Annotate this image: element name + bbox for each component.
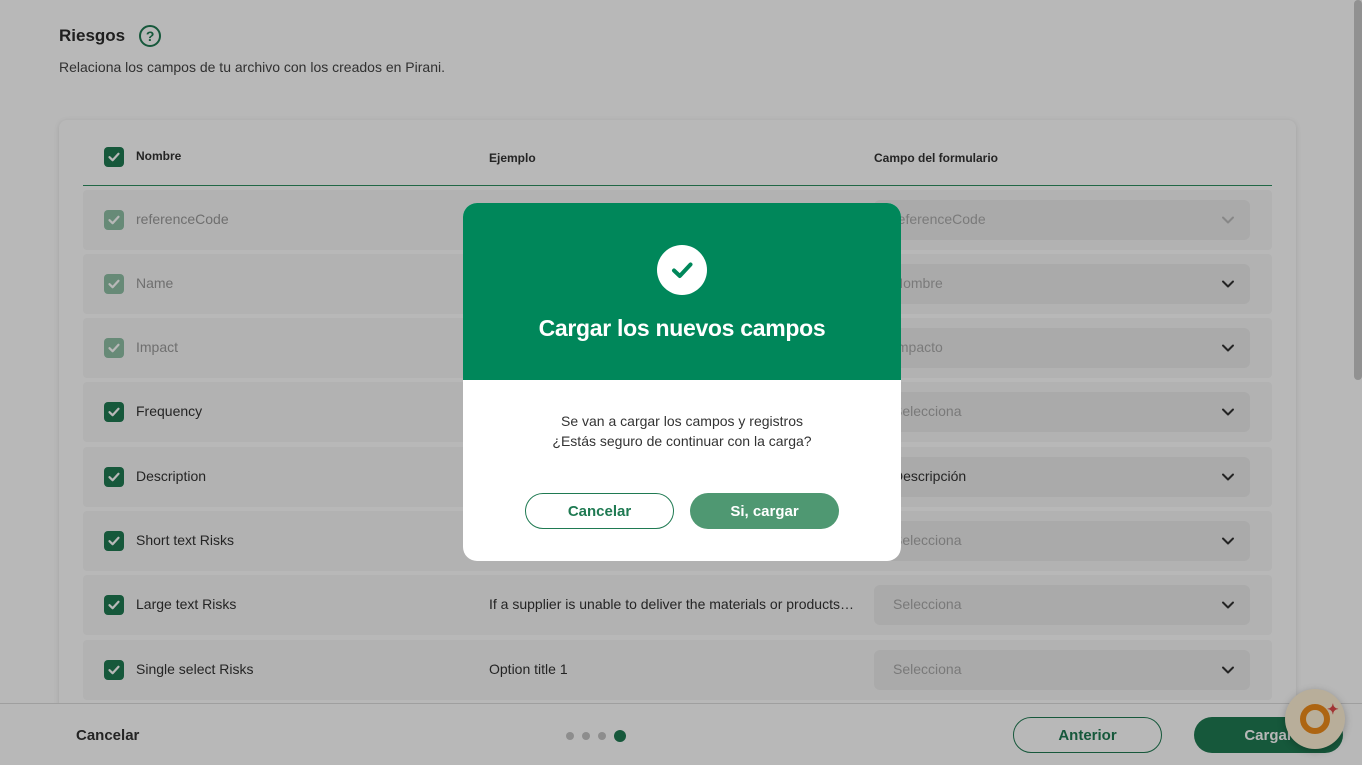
dialog-message-line: ¿Estás seguro de continuar con la carga? [552, 433, 812, 449]
dialog-title: Cargar los nuevos campos [538, 315, 826, 341]
dialog-header: Cargar los nuevos campos [463, 203, 901, 380]
dialog-message-line: Se van a cargar los campos y registros [561, 413, 803, 429]
dialog-cancel-button[interactable]: Cancelar [525, 493, 674, 529]
dialog-confirm-button[interactable]: Si, cargar [690, 493, 839, 529]
success-check-icon [657, 245, 707, 295]
page: Riesgos ? Relaciona los campos de tu arc… [0, 0, 1362, 765]
confirm-dialog: Cargar los nuevos campos Se van a cargar… [463, 203, 901, 561]
dialog-message: Se van a cargar los campos y registros ¿… [463, 411, 901, 451]
